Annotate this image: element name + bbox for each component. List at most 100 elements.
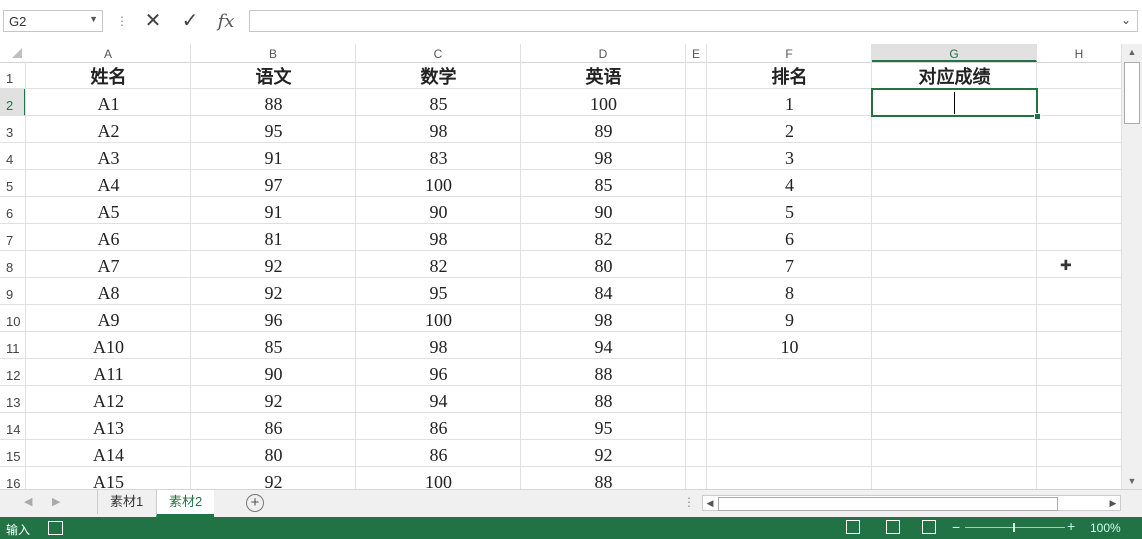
cell-chinese[interactable]: 92 <box>191 386 356 413</box>
cell-chinese[interactable]: 85 <box>191 332 356 359</box>
tab-next-icon[interactable]: ▶ <box>52 495 60 508</box>
cell-name[interactable]: A13 <box>26 413 191 440</box>
row-header-6[interactable]: 6 <box>0 197 26 224</box>
cell-english[interactable]: 100 <box>521 89 686 116</box>
cell-name[interactable]: A4 <box>26 170 191 197</box>
cell-score[interactable] <box>872 278 1037 305</box>
select-all-button[interactable] <box>0 44 26 62</box>
header-cell-name[interactable]: 姓名 <box>26 62 191 89</box>
cell-score[interactable] <box>872 251 1037 278</box>
cell-score[interactable] <box>872 116 1037 143</box>
cell-name[interactable]: A1 <box>26 89 191 116</box>
cell-math[interactable]: 83 <box>356 143 521 170</box>
fill-handle[interactable] <box>1034 113 1041 120</box>
cell-name[interactable]: A12 <box>26 386 191 413</box>
row-header-4[interactable]: 4 <box>0 143 26 170</box>
cell-math[interactable]: 95 <box>356 278 521 305</box>
row-header-14[interactable]: 14 <box>0 413 26 440</box>
cell-english[interactable]: 90 <box>521 197 686 224</box>
cell-math[interactable]: 90 <box>356 197 521 224</box>
page-layout-view-icon[interactable] <box>886 520 900 534</box>
cell-score[interactable] <box>872 305 1037 332</box>
drag-handle-icon[interactable]: ⋮ <box>116 14 128 28</box>
header-cell-score[interactable]: 对应成绩 <box>872 62 1037 89</box>
cell-chinese[interactable]: 81 <box>191 224 356 251</box>
scroll-up-icon[interactable]: ▲ <box>1122 46 1142 58</box>
cell-math[interactable]: 86 <box>356 413 521 440</box>
header-cell-math[interactable]: 数学 <box>356 62 521 89</box>
expand-formula-icon[interactable]: ⌄ <box>1121 13 1131 27</box>
column-header-f[interactable]: F <box>707 44 872 62</box>
cell-english[interactable]: 98 <box>521 305 686 332</box>
cell-english[interactable]: 85 <box>521 170 686 197</box>
cell-math[interactable]: 86 <box>356 440 521 467</box>
cell-rank[interactable] <box>707 440 872 467</box>
column-header-h[interactable]: H <box>1037 44 1122 62</box>
row-header-8[interactable]: 8 <box>0 251 26 278</box>
tab-sheet-1[interactable]: 素材1 <box>97 490 155 514</box>
row-header-10[interactable]: 10 <box>0 305 26 332</box>
cell-english[interactable]: 80 <box>521 251 686 278</box>
cell-name[interactable]: A7 <box>26 251 191 278</box>
row-header-12[interactable]: 12 <box>0 359 26 386</box>
cell-score[interactable] <box>872 386 1037 413</box>
header-cell-english[interactable]: 英语 <box>521 62 686 89</box>
column-header-b[interactable]: B <box>191 44 356 62</box>
page-break-view-icon[interactable] <box>922 520 936 534</box>
cell-rank[interactable]: 10 <box>707 332 872 359</box>
cell-name[interactable]: A2 <box>26 116 191 143</box>
column-header-d[interactable]: D <box>521 44 686 62</box>
scroll-down-icon[interactable]: ▼ <box>1122 475 1142 487</box>
cell-score[interactable] <box>872 413 1037 440</box>
column-header-e[interactable]: E <box>686 44 707 62</box>
cell-chinese[interactable]: 95 <box>191 116 356 143</box>
horizontal-scrollbar[interactable]: ◀ ▶ <box>702 495 1121 511</box>
scroll-left-icon[interactable]: ◀ <box>703 496 717 510</box>
row-header-5[interactable]: 5 <box>0 170 26 197</box>
cell-name[interactable]: A15 <box>26 467 191 489</box>
cell-math[interactable]: 82 <box>356 251 521 278</box>
row-header-13[interactable]: 13 <box>0 386 26 413</box>
cell-chinese[interactable]: 92 <box>191 278 356 305</box>
cell-score[interactable] <box>872 359 1037 386</box>
vertical-scrollbar[interactable]: ▲ ▼ <box>1122 44 1142 489</box>
cell-chinese[interactable]: 80 <box>191 440 356 467</box>
x-icon[interactable]: ✕ <box>141 9 165 33</box>
cell-name[interactable]: A11 <box>26 359 191 386</box>
scroll-right-icon[interactable]: ▶ <box>1106 496 1120 510</box>
row-header-1[interactable]: 1 <box>0 62 26 89</box>
cell-score[interactable] <box>872 143 1037 170</box>
cell-chinese[interactable]: 91 <box>191 197 356 224</box>
cell-rank[interactable]: 2 <box>707 116 872 143</box>
cell-rank[interactable]: 3 <box>707 143 872 170</box>
cell-chinese[interactable]: 97 <box>191 170 356 197</box>
cell-math[interactable]: 100 <box>356 305 521 332</box>
cell-name[interactable]: A6 <box>26 224 191 251</box>
cell-chinese[interactable]: 92 <box>191 251 356 278</box>
cell-rank[interactable]: 6 <box>707 224 872 251</box>
row-header-9[interactable]: 9 <box>0 278 26 305</box>
header-cell-rank[interactable]: 排名 <box>707 62 872 89</box>
cell-rank[interactable]: 8 <box>707 278 872 305</box>
cell-math[interactable]: 98 <box>356 116 521 143</box>
split-handle-icon[interactable]: ⋮ <box>683 495 695 509</box>
zoom-slider-knob[interactable] <box>1013 523 1015 532</box>
cell-english[interactable]: 92 <box>521 440 686 467</box>
cell-english[interactable]: 88 <box>521 359 686 386</box>
normal-view-icon[interactable] <box>846 520 860 534</box>
cell-score[interactable] <box>872 440 1037 467</box>
zoom-out-icon[interactable]: − <box>952 519 960 535</box>
zoom-in-icon[interactable]: + <box>1067 518 1075 534</box>
zoom-level[interactable]: 100% <box>1090 521 1121 535</box>
macro-record-icon[interactable] <box>48 521 63 535</box>
cell-math[interactable]: 100 <box>356 467 521 489</box>
cell-chinese[interactable]: 96 <box>191 305 356 332</box>
cell-english[interactable]: 95 <box>521 413 686 440</box>
cell-name[interactable]: A9 <box>26 305 191 332</box>
cell-score[interactable] <box>872 170 1037 197</box>
cell-math[interactable]: 85 <box>356 89 521 116</box>
cell-rank[interactable] <box>707 386 872 413</box>
row-header-16[interactable]: 16 <box>0 467 26 489</box>
cell-english[interactable]: 88 <box>521 386 686 413</box>
column-header-c[interactable]: C <box>356 44 521 62</box>
